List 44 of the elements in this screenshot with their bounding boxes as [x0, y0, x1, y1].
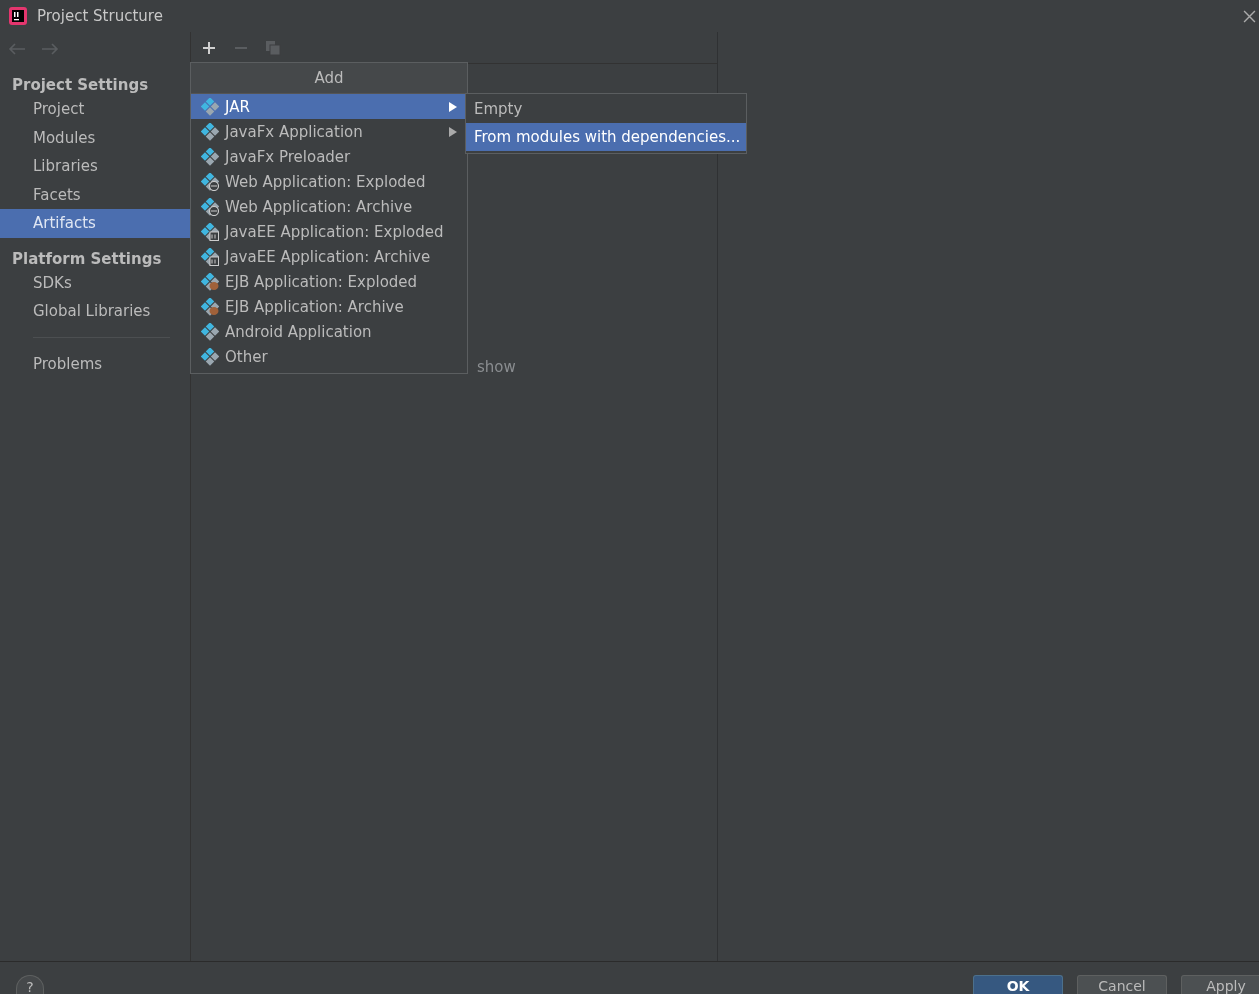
menu-item[interactable]: EJB Application: Exploded [191, 269, 467, 294]
artifact-building-icon [201, 222, 219, 241]
menu-item[interactable]: JavaFx Preloader [191, 144, 467, 169]
sidebar-item[interactable]: Problems [0, 349, 190, 378]
artifact-bean-icon [201, 272, 219, 291]
help-button[interactable]: ? [16, 975, 44, 994]
artifact-icon [201, 122, 219, 141]
sidebar-item[interactable]: Global Libraries [0, 297, 190, 326]
artifact-icon [201, 147, 219, 166]
sidebar-item[interactable]: Artifacts [0, 209, 190, 238]
section-header: Platform Settings [11, 248, 163, 267]
artifact-bean-icon [201, 297, 219, 316]
sidebar-item[interactable]: SDKs [0, 268, 190, 297]
artifact-icon [201, 347, 219, 366]
menu-item[interactable]: Other [191, 344, 467, 369]
menu-title: Add [191, 63, 467, 94]
menu-item[interactable]: Web Application: Exploded [191, 169, 467, 194]
sidebar-item[interactable]: Modules [0, 123, 190, 152]
artifact-icon [201, 322, 219, 341]
ok-button[interactable]: OK [973, 975, 1063, 994]
menu-item[interactable]: EJB Application: Archive [191, 294, 467, 319]
sidebar-item[interactable]: Project [0, 95, 190, 124]
menu-item[interactable]: JavaEE Application: Archive [191, 244, 467, 269]
menu-item[interactable]: JAR [191, 94, 467, 119]
menu-item[interactable]: Empty [466, 95, 746, 123]
menu-item[interactable]: JavaEE Application: Exploded [191, 219, 467, 244]
sidebar-item[interactable]: Facets [0, 180, 190, 209]
artifact-icon [201, 97, 219, 116]
empty-message: show [477, 358, 516, 376]
close-icon[interactable] [1243, 9, 1256, 23]
app-logo-icon [9, 7, 27, 25]
menu-item[interactable]: JavaFx Application [191, 119, 467, 144]
add-icon[interactable] [201, 39, 217, 56]
menu-item[interactable]: Web Application: Archive [191, 194, 467, 219]
window-title: Project Structure [37, 7, 163, 25]
artifact-globe-icon [201, 172, 219, 191]
sidebar-item[interactable]: Libraries [0, 152, 190, 181]
artifact-globe-icon [201, 197, 219, 216]
dialog-button[interactable]: Apply [1181, 975, 1259, 994]
section-header: Project Settings [11, 75, 150, 93]
dialog-button[interactable]: Cancel [1077, 975, 1167, 994]
artifact-building-icon [201, 247, 219, 266]
menu-item[interactable]: From modules with dependencies... [466, 123, 746, 151]
menu-item[interactable]: Android Application [191, 319, 467, 344]
